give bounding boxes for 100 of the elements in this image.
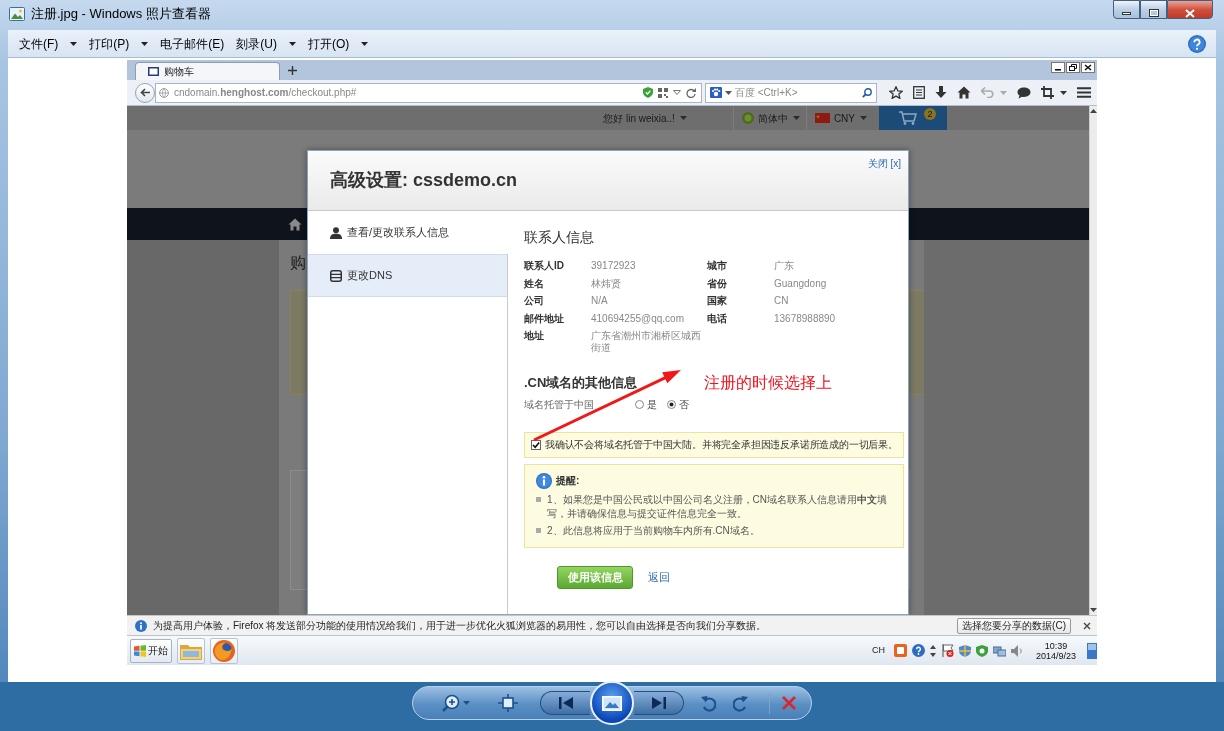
- slideshow-button[interactable]: [590, 681, 634, 725]
- star-icon[interactable]: [889, 86, 903, 99]
- section-heading: .CN域名的其他信息: [524, 373, 638, 392]
- search-field[interactable]: 百度 <Ctrl+K>: [735, 84, 859, 101]
- app-icon[interactable]: [893, 644, 907, 657]
- close-button[interactable]: [1167, 0, 1213, 19]
- share-data-button[interactable]: 选择您要分享的数据(C): [957, 617, 1071, 634]
- reload-icon[interactable]: [686, 87, 696, 98]
- bullet-icon: [536, 496, 541, 502]
- section-heading: 联系人信息: [524, 228, 595, 247]
- cart-icon: [899, 111, 917, 125]
- browser-tab[interactable]: 购物车: [135, 62, 280, 80]
- close-link[interactable]: 关闭 [x]: [867, 156, 901, 171]
- speaker-icon[interactable]: [1010, 644, 1023, 657]
- home-icon[interactable]: [288, 217, 302, 231]
- help-icon[interactable]: [1188, 34, 1206, 53]
- sidebar-tab[interactable]: 更改DNS: [308, 254, 508, 297]
- help-icon[interactable]: [911, 644, 925, 657]
- field-value: N/A: [591, 294, 609, 308]
- caret-icon: [725, 90, 732, 95]
- maximize-button[interactable]: [1140, 0, 1167, 19]
- rotate-left-icon[interactable]: [700, 694, 716, 712]
- shield-icon[interactable]: [958, 644, 971, 657]
- new-tab-icon[interactable]: [288, 65, 297, 75]
- caret-icon: [792, 116, 800, 120]
- field-value: 39172923: [591, 259, 637, 273]
- up-down-arrows-icon[interactable]: [929, 644, 936, 657]
- radio-button[interactable]: [667, 400, 676, 409]
- actual-size-icon[interactable]: [498, 694, 518, 712]
- clock-time: 10:39: [1044, 640, 1068, 651]
- show-desktop-icon[interactable]: [1087, 642, 1097, 659]
- dropdown-icon[interactable]: [673, 90, 681, 95]
- rotate-right-icon[interactable]: [733, 694, 749, 712]
- windows-logo-icon: [134, 644, 146, 657]
- radio-button[interactable]: [635, 400, 644, 409]
- maximize-icon: [1148, 9, 1159, 17]
- caret-icon: [860, 116, 867, 120]
- flag-error-icon[interactable]: [940, 644, 954, 657]
- caret-icon: [1060, 90, 1067, 95]
- previous-button[interactable]: [540, 691, 590, 715]
- menu-item[interactable]: 打开(O): [302, 31, 375, 56]
- menu-icon[interactable]: [1077, 87, 1091, 98]
- address-field[interactable]: cndomain.henghost.com/checkout.php#: [155, 82, 702, 103]
- checkbox[interactable]: [531, 439, 541, 450]
- caret-icon: [70, 41, 78, 46]
- globe-icon: [159, 87, 169, 98]
- bookmarks-list-icon[interactable]: [913, 86, 925, 99]
- search-bar[interactable]: 百度 <Ctrl+K>: [705, 82, 877, 103]
- menu-item[interactable]: 打印(P): [83, 31, 155, 56]
- menu-item[interactable]: 电子邮件(E): [154, 31, 231, 56]
- reminder-text: 2、此信息将应用于当前购物车内所有.CN域名。: [547, 523, 760, 538]
- info-icon: [536, 472, 552, 489]
- field-label: 联系人ID: [524, 259, 565, 273]
- menu-item[interactable]: 刻录(U): [230, 31, 302, 56]
- taskbar-button[interactable]: [210, 637, 238, 664]
- home-icon[interactable]: [957, 86, 971, 99]
- close-icon[interactable]: [1083, 621, 1091, 630]
- network-icon[interactable]: [992, 644, 1006, 657]
- search-icon[interactable]: [862, 87, 872, 98]
- close-icon[interactable]: [1081, 62, 1095, 73]
- field-value: 广东省潮州市湘桥区城西街道: [591, 329, 702, 355]
- scrollbar[interactable]: [1089, 106, 1097, 615]
- next-icon: [651, 697, 666, 709]
- scroll-down-icon: [1090, 608, 1097, 612]
- input-language-indicator[interactable]: CH: [871, 643, 885, 658]
- cart-count-badge: 2: [924, 108, 936, 120]
- field-label: 姓名: [524, 276, 545, 291]
- window-title: 注册.jpg - Windows 照片查看器: [31, 5, 211, 23]
- confirm-text: 我确认不会将域名托管于中国大陆。并将完全承担因违反承诺所造成的一切后果。: [545, 438, 898, 451]
- minimize-icon[interactable]: [1051, 62, 1065, 73]
- caret-icon: [141, 41, 149, 46]
- dialog-title: 高级设置: cssdemo.cn: [330, 169, 518, 192]
- annotation-text: 注册的时候选择上: [704, 373, 832, 393]
- caret-icon: [1000, 90, 1007, 95]
- minimize-button[interactable]: [1113, 0, 1140, 19]
- restore-icon[interactable]: [1066, 62, 1080, 73]
- qr-code-icon[interactable]: [658, 87, 668, 98]
- radio-label: 否: [679, 398, 689, 412]
- next-button[interactable]: [634, 691, 684, 715]
- back-link[interactable]: 返回: [648, 568, 670, 586]
- field-value: Guangdong: [774, 276, 828, 291]
- clock-date: 2014/9/23: [1035, 650, 1076, 661]
- previous-icon: [558, 697, 573, 709]
- caret-icon: [289, 41, 296, 46]
- cart-button[interactable]: 2: [879, 106, 947, 130]
- field-label: 邮件地址: [524, 311, 565, 326]
- info-icon: [135, 619, 147, 632]
- zoom-icon[interactable]: [442, 694, 460, 712]
- caret-icon: [679, 116, 687, 120]
- speech-bubble-icon[interactable]: [1017, 86, 1031, 99]
- shield-icon[interactable]: [975, 644, 988, 657]
- back-button[interactable]: [135, 82, 155, 103]
- shield-icon[interactable]: [643, 87, 653, 98]
- browser-globe-icon: [213, 639, 235, 662]
- back-arrow-icon: [140, 88, 150, 97]
- close-icon: [1185, 8, 1195, 18]
- menu-item[interactable]: 文件(F): [13, 31, 84, 56]
- download-icon[interactable]: [935, 86, 947, 99]
- start-button[interactable]: 开始: [130, 638, 172, 663]
- crop-icon[interactable]: [1041, 86, 1054, 99]
